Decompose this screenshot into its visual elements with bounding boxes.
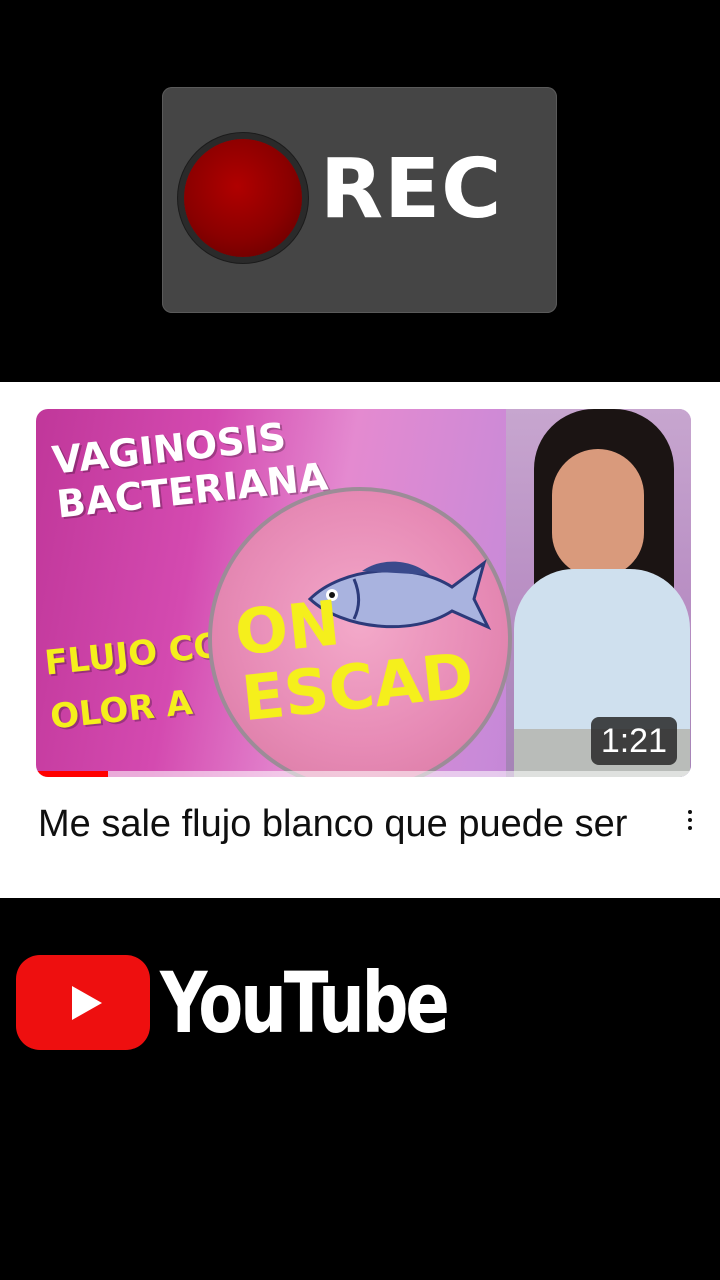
more-options-icon[interactable] bbox=[672, 800, 708, 840]
magnified-text: ON ESCAD bbox=[231, 577, 477, 736]
rec-label: REC bbox=[320, 142, 503, 237]
record-dot-icon bbox=[184, 139, 302, 257]
video-title[interactable]: Me sale flujo blanco que puede ser bbox=[38, 797, 668, 851]
magnifier-lens: ON ESCAD bbox=[208, 487, 512, 777]
watch-progress-fill bbox=[36, 771, 109, 777]
duration-badge: 1:21 bbox=[590, 717, 677, 765]
youtube-logo: YouTube bbox=[16, 953, 528, 1052]
magnified-text-line: ON ESCAD bbox=[231, 586, 477, 736]
youtube-wordmark: YouTube bbox=[160, 953, 450, 1052]
video-card[interactable]: VAGINOSIS BACTERIANA FLUJO CON OLOR A ON… bbox=[0, 382, 720, 898]
video-thumbnail[interactable]: VAGINOSIS BACTERIANA FLUJO CON OLOR A ON… bbox=[36, 409, 691, 777]
youtube-play-icon bbox=[16, 955, 150, 1050]
rec-badge: REC bbox=[162, 87, 557, 313]
person-face bbox=[552, 449, 644, 577]
watch-progress-bar bbox=[36, 771, 691, 777]
